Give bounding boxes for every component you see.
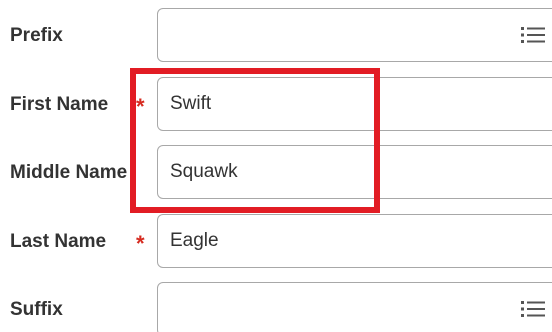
required-marker: * <box>136 94 145 119</box>
first-name-row: First Name * Swift <box>0 77 552 133</box>
middle-name-row: Middle Name Squawk <box>0 145 552 201</box>
prefix-label: Prefix <box>10 25 63 46</box>
prefix-select[interactable] <box>157 8 552 62</box>
suffix-label: Suffix <box>10 299 63 320</box>
list-icon[interactable] <box>521 26 545 44</box>
name-form: Prefix First Name * Swift Middle Name Sq… <box>0 0 552 332</box>
suffix-row: Suffix <box>0 282 552 332</box>
middle-name-value: Squawk <box>170 161 238 182</box>
last-name-label: Last Name <box>10 231 107 252</box>
last-name-row: Last Name * Eagle <box>0 214 552 270</box>
last-name-value: Eagle <box>170 230 219 251</box>
prefix-row: Prefix <box>0 8 552 64</box>
first-name-label: First Name <box>10 94 109 115</box>
first-name-value: Swift <box>170 93 212 114</box>
list-icon[interactable] <box>521 300 545 318</box>
suffix-select[interactable] <box>157 282 552 332</box>
required-marker: * <box>136 231 145 256</box>
last-name-input[interactable]: Eagle <box>157 214 552 268</box>
first-name-input[interactable]: Swift <box>157 77 552 131</box>
middle-name-label: Middle Name <box>10 162 128 183</box>
middle-name-input[interactable]: Squawk <box>157 145 552 199</box>
